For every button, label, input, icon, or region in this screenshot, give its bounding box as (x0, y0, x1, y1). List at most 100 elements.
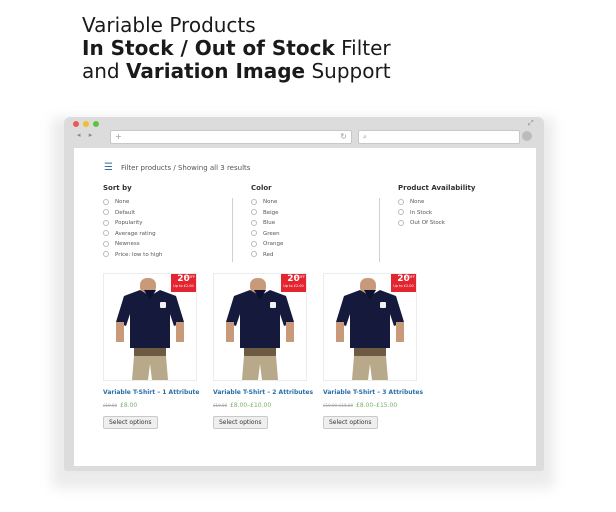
color-option[interactable]: Green (251, 229, 283, 240)
sort-option[interactable]: Popularity (103, 218, 162, 229)
color-filter: Color None Beige Blue Green Orange Red (251, 184, 283, 261)
sort-by-title: Sort by (103, 184, 132, 192)
product-title-link[interactable]: Variable T-Shirt – 2 Attributes (213, 389, 313, 396)
search-icon: ⌕ (363, 133, 367, 141)
headline-line-2: In Stock / Out of Stock Filter (82, 37, 391, 60)
radio-icon[interactable] (103, 251, 109, 258)
headline-line-3-bold: Variation Image (125, 59, 306, 83)
headline-line-3-rest: Support (305, 59, 391, 83)
discount-upto: Up to £2.00 (173, 284, 194, 288)
filter-status-text: Filter products / Showing all 3 results (121, 164, 251, 172)
browser-titlebar: ◂ ▸ + ↻ ⌕ ⤢ (64, 117, 544, 147)
new-tab-icon[interactable]: + (115, 131, 122, 143)
product-card: 20 % OFF Up to £2.00 Variable T-Shirt – … (213, 273, 313, 429)
radio-icon[interactable] (103, 219, 109, 226)
availability-option[interactable]: Out Of Stock (398, 218, 475, 229)
menu-icon[interactable]: ☰ (104, 162, 113, 173)
old-price: £10.00 (213, 403, 227, 408)
product-image[interactable]: 20 % OFF Up to £2.00 (323, 273, 417, 381)
product-price: £10.00 £8.00–£10.00 (213, 402, 309, 409)
color-title: Color (251, 184, 272, 192)
sort-option-label: Newness (115, 241, 140, 248)
radio-icon[interactable] (251, 240, 257, 247)
close-window-dot[interactable] (73, 121, 79, 127)
discount-off-label: % OFF (293, 275, 305, 279)
availability-option-label: None (410, 199, 425, 205)
availability-option-label: Out Of Stock (410, 220, 445, 227)
sort-option-label: Price: low to high (115, 251, 163, 258)
radio-icon[interactable] (251, 230, 257, 237)
radio-icon[interactable] (398, 198, 404, 205)
radio-icon[interactable] (398, 219, 404, 226)
product-card: 20 % OFF Up to £2.00 Variable T-Shirt – … (103, 273, 199, 429)
color-option[interactable]: Beige (251, 208, 283, 219)
radio-icon[interactable] (398, 209, 404, 216)
sort-option[interactable]: Price: low to high (103, 250, 162, 261)
fullscreen-icon[interactable]: ⤢ (528, 119, 534, 128)
color-option[interactable]: Red (251, 250, 283, 261)
maximize-window-dot[interactable] (93, 121, 99, 127)
radio-icon[interactable] (251, 198, 257, 205)
select-options-button[interactable]: Select options (103, 416, 158, 429)
product-title-link[interactable]: Variable T-Shirt – 1 Attribute (103, 389, 199, 396)
discount-off-label: % OFF (183, 275, 195, 279)
radio-icon[interactable] (103, 209, 109, 216)
settings-icon[interactable] (522, 131, 532, 141)
sort-option-label: None (115, 199, 130, 205)
availability-option-label: In Stock (410, 209, 433, 216)
color-option-label: Beige (263, 209, 279, 216)
sort-option[interactable]: Default (103, 208, 162, 219)
address-bar[interactable]: + ↻ (110, 130, 352, 144)
sort-option-label: Default (115, 209, 136, 216)
product-image[interactable]: 20 % OFF Up to £2.00 (103, 273, 197, 381)
sort-option-label: Average rating (115, 230, 156, 237)
old-price: £10.00–£15.00 (323, 403, 353, 408)
radio-icon[interactable] (251, 219, 257, 226)
discount-upto: Up to £2.00 (393, 284, 414, 288)
browser-search-field[interactable]: ⌕ (358, 130, 520, 144)
discount-upto: Up to £2.00 (283, 284, 304, 288)
discount-badge: 20 % OFF Up to £2.00 (281, 274, 306, 292)
discount-off-label: % OFF (403, 275, 415, 279)
sale-price: £8.00–£10.00 (230, 402, 272, 409)
headline-line-2-bold: In Stock / Out of Stock (82, 36, 335, 60)
color-option[interactable]: None (251, 197, 283, 208)
color-option-label: Orange (263, 241, 284, 248)
product-price: £10.00 £8.00 (103, 402, 199, 409)
color-option[interactable]: Orange (251, 239, 283, 250)
color-option[interactable]: Blue (251, 218, 283, 229)
back-forward-icon[interactable]: ◂ ▸ (77, 131, 95, 139)
radio-icon[interactable] (251, 209, 257, 216)
sort-option[interactable]: None (103, 197, 162, 208)
select-options-button[interactable]: Select options (213, 416, 268, 429)
sale-price: £8.00 (120, 402, 138, 409)
color-option-label: Green (263, 230, 280, 237)
headline-line-3-pre: and (82, 59, 126, 83)
old-price: £10.00 (103, 403, 117, 408)
availability-option[interactable]: None (398, 197, 475, 208)
product-image[interactable]: 20 % OFF Up to £2.00 (213, 273, 307, 381)
sort-option[interactable]: Newness (103, 239, 162, 250)
headline-line-2-rest: Filter (334, 36, 391, 60)
radio-icon[interactable] (103, 230, 109, 237)
availability-option[interactable]: In Stock (398, 208, 475, 219)
reload-icon[interactable]: ↻ (340, 131, 347, 143)
filter-divider (379, 198, 380, 262)
radio-icon[interactable] (103, 198, 109, 205)
product-price: £10.00–£15.00 £8.00–£15.00 (323, 402, 419, 409)
sort-option[interactable]: Average rating (103, 229, 162, 240)
color-option-label: Blue (263, 220, 276, 227)
browser-window: ◂ ▸ + ↻ ⌕ ⤢ ☰ Filter products / Showing … (64, 117, 544, 471)
filter-divider (232, 198, 233, 262)
product-title-link[interactable]: Variable T-Shirt – 3 Attributes (323, 389, 423, 396)
sale-price: £8.00–£15.00 (356, 402, 398, 409)
minimize-window-dot[interactable] (83, 121, 89, 127)
radio-icon[interactable] (103, 240, 109, 247)
sort-option-label: Popularity (115, 220, 143, 227)
color-option-label: Red (263, 251, 274, 258)
select-options-button[interactable]: Select options (323, 416, 378, 429)
radio-icon[interactable] (251, 251, 257, 258)
availability-title: Product Availability (398, 184, 476, 192)
hero-headline: Variable Products In Stock / Out of Stoc… (82, 14, 391, 83)
headline-line-1: Variable Products (82, 13, 256, 37)
